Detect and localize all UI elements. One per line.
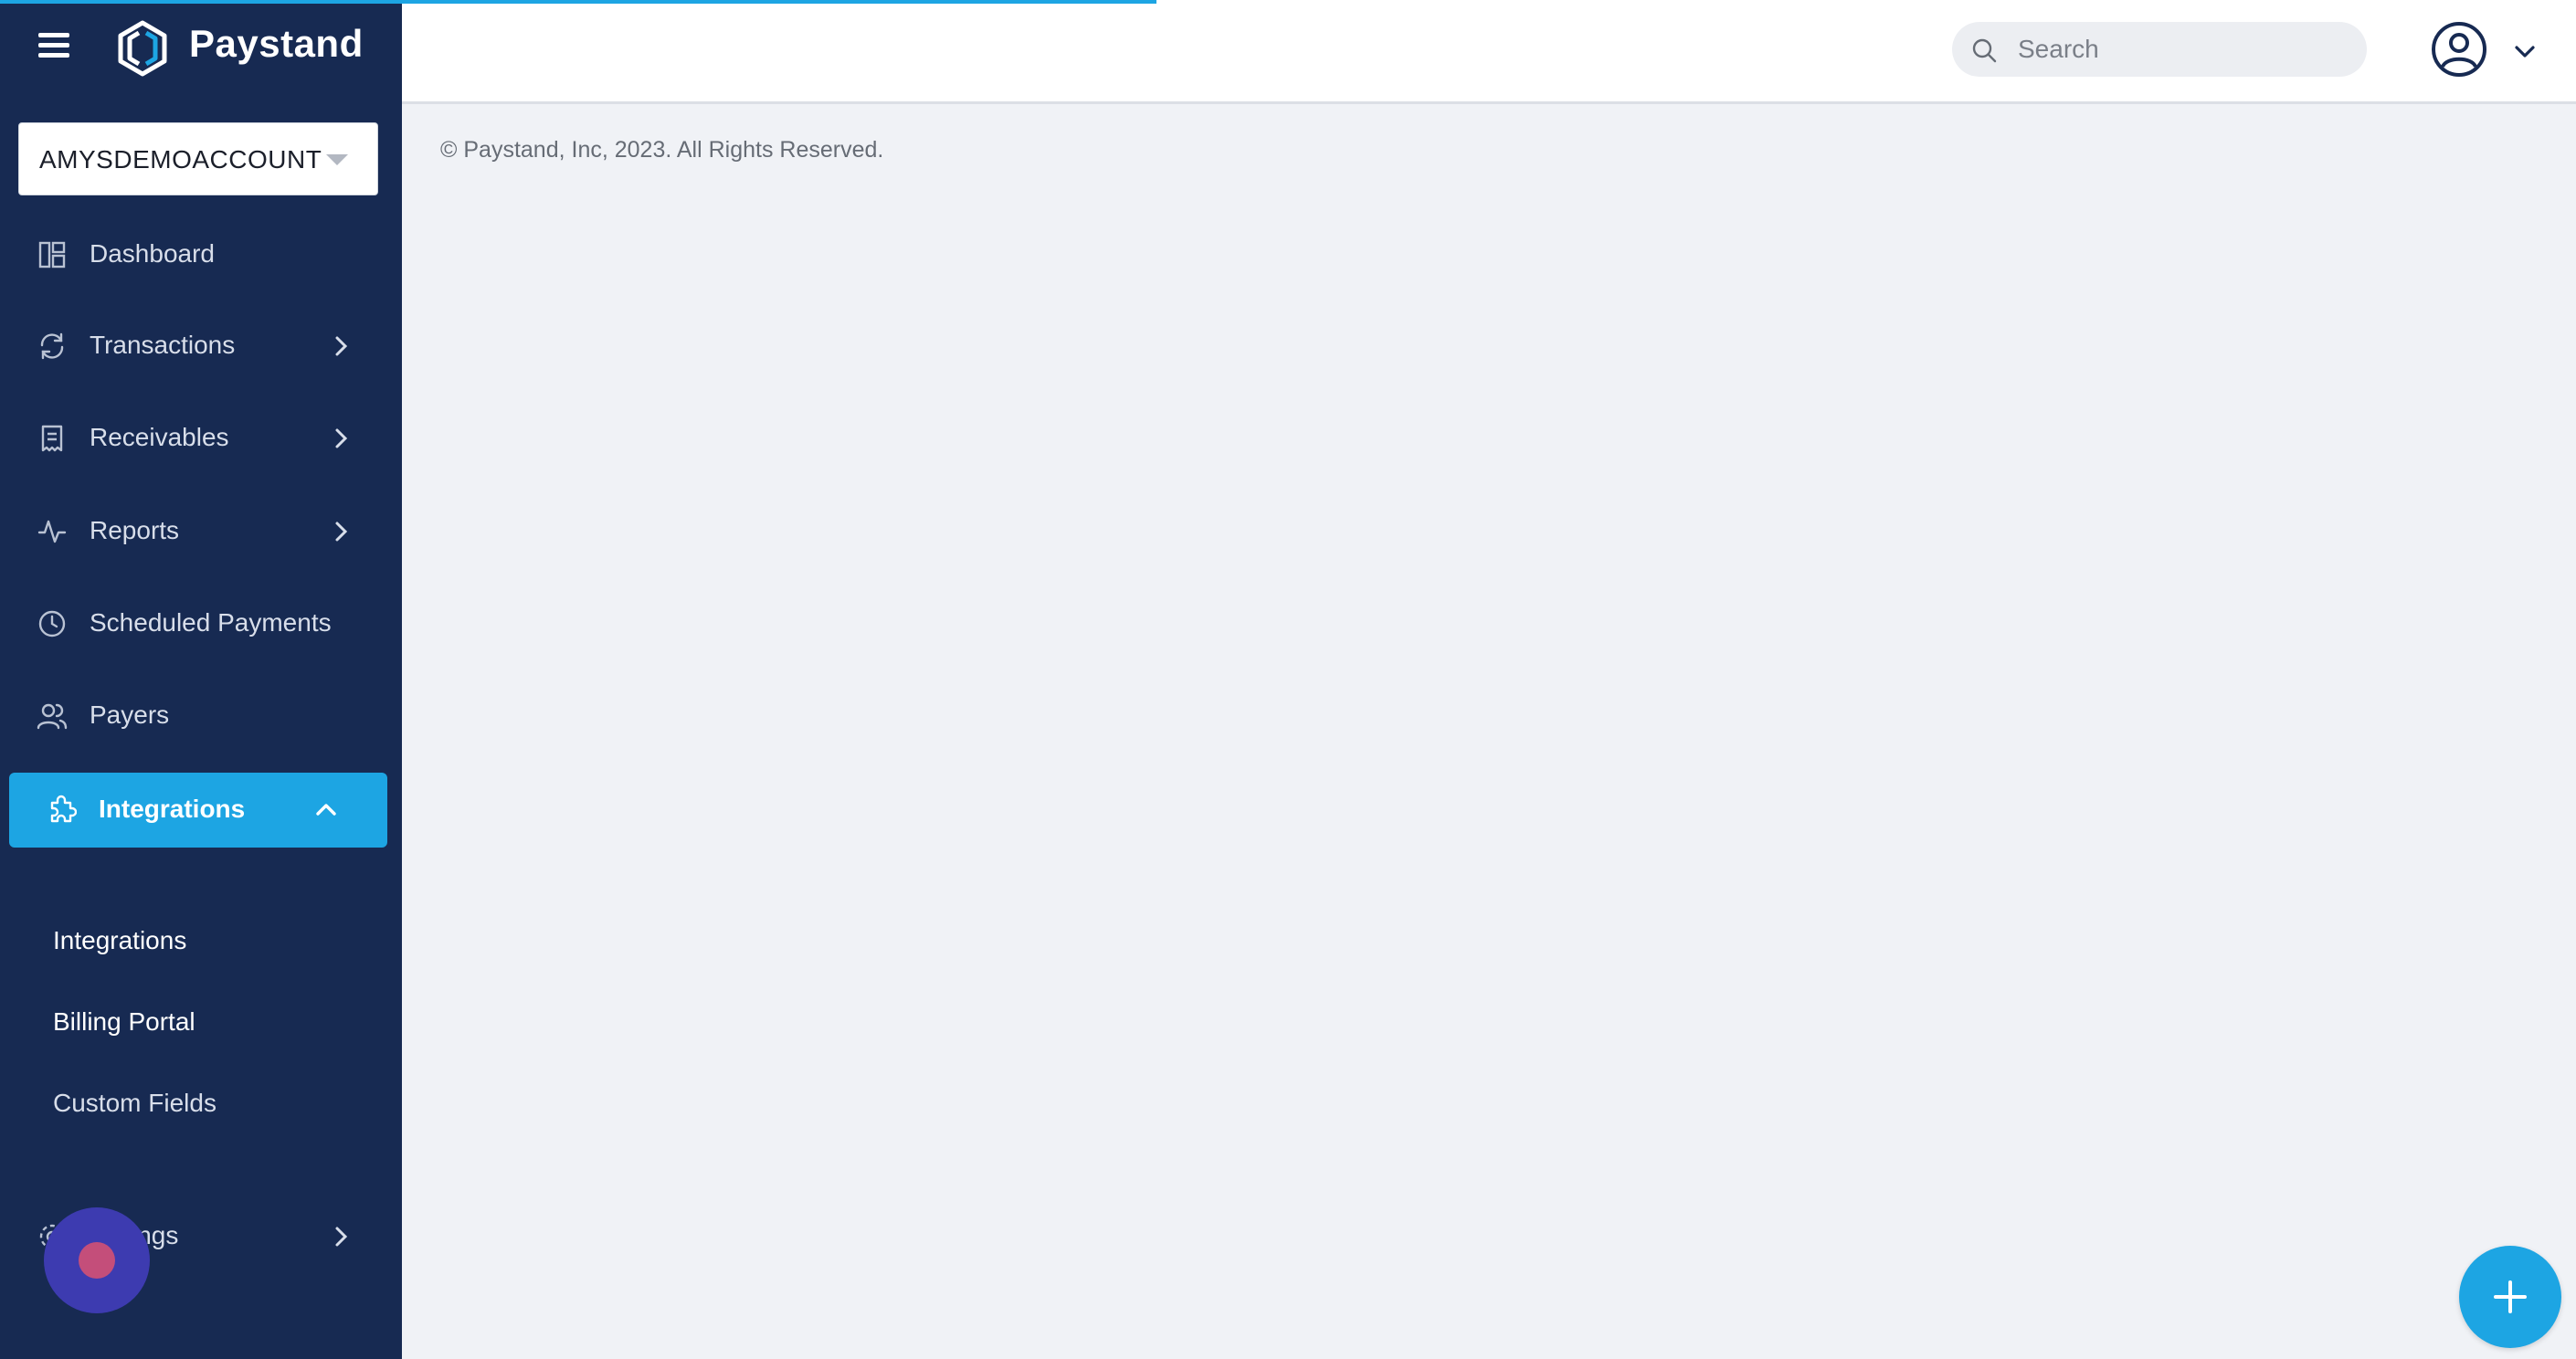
account-selector[interactable]: AMYSDEMOACCOUNT <box>18 122 378 195</box>
search-input[interactable] <box>2018 33 2347 66</box>
hamburger-menu-icon[interactable] <box>38 33 69 58</box>
add-floating-button[interactable] <box>2459 1246 2561 1348</box>
search-icon <box>1972 38 1997 63</box>
sidebar-item-scheduled-payments[interactable]: Scheduled Payments <box>9 586 387 661</box>
chevron-right-icon <box>327 425 354 452</box>
refresh-icon <box>37 331 68 362</box>
chevron-down-icon[interactable] <box>2512 38 2538 64</box>
sidebar-item-label: Integrations <box>99 795 246 823</box>
search-box[interactable] <box>1952 22 2367 77</box>
chevron-right-icon <box>327 332 354 360</box>
chevron-up-icon <box>312 796 340 824</box>
chevron-right-icon <box>327 1223 354 1250</box>
sidebar-item-label: Dashboard <box>90 239 215 268</box>
sidebar-item-label: Transactions <box>90 331 236 359</box>
clock-icon <box>37 608 68 639</box>
sidebar-item-payers[interactable]: Payers <box>9 679 387 753</box>
sidebar: Paystand AMYSDEMOACCOUNT Dashboard Trans… <box>0 0 402 1359</box>
sidebar-item-label: Scheduled Payments <box>90 608 332 637</box>
chevron-right-icon <box>327 518 354 545</box>
receipt-icon <box>37 423 68 454</box>
top-bar <box>402 0 2576 104</box>
users-icon <box>37 701 68 732</box>
sidebar-item-transactions[interactable]: Transactions <box>9 309 387 384</box>
paystand-logo-icon <box>118 20 167 77</box>
sidebar-item-label: Reports <box>90 516 180 544</box>
brand-header: Paystand <box>0 0 402 95</box>
sidebar-item-label: Payers <box>90 701 170 729</box>
puzzle-icon <box>46 795 78 826</box>
caret-down-icon <box>326 154 348 165</box>
chat-status-dot <box>79 1242 115 1279</box>
dashboard-icon <box>37 239 68 270</box>
app-name: Paystand <box>189 22 364 65</box>
sidebar-item-reports[interactable]: Reports <box>9 494 387 569</box>
plus-icon <box>2494 1280 2527 1313</box>
chat-launcher-button[interactable] <box>44 1207 150 1313</box>
account-selected-value: AMYSDEMOACCOUNT <box>39 145 322 174</box>
copyright-text: © Paystand, Inc, 2023. All Rights Reserv… <box>440 137 884 163</box>
user-avatar-icon[interactable] <box>2430 20 2488 79</box>
page-loading-progress-bar <box>0 0 1156 4</box>
subitem-billing-portal[interactable]: Billing Portal <box>53 1007 195 1037</box>
subitem-custom-fields[interactable]: Custom Fields <box>53 1089 216 1118</box>
sidebar-item-dashboard[interactable]: Dashboard <box>9 217 387 292</box>
sidebar-item-integrations[interactable]: Integrations <box>9 773 387 848</box>
activity-icon <box>37 516 68 547</box>
sidebar-item-label: Receivables <box>90 423 229 451</box>
subitem-integrations[interactable]: Integrations <box>53 926 186 955</box>
sidebar-item-receivables[interactable]: Receivables <box>9 401 387 476</box>
